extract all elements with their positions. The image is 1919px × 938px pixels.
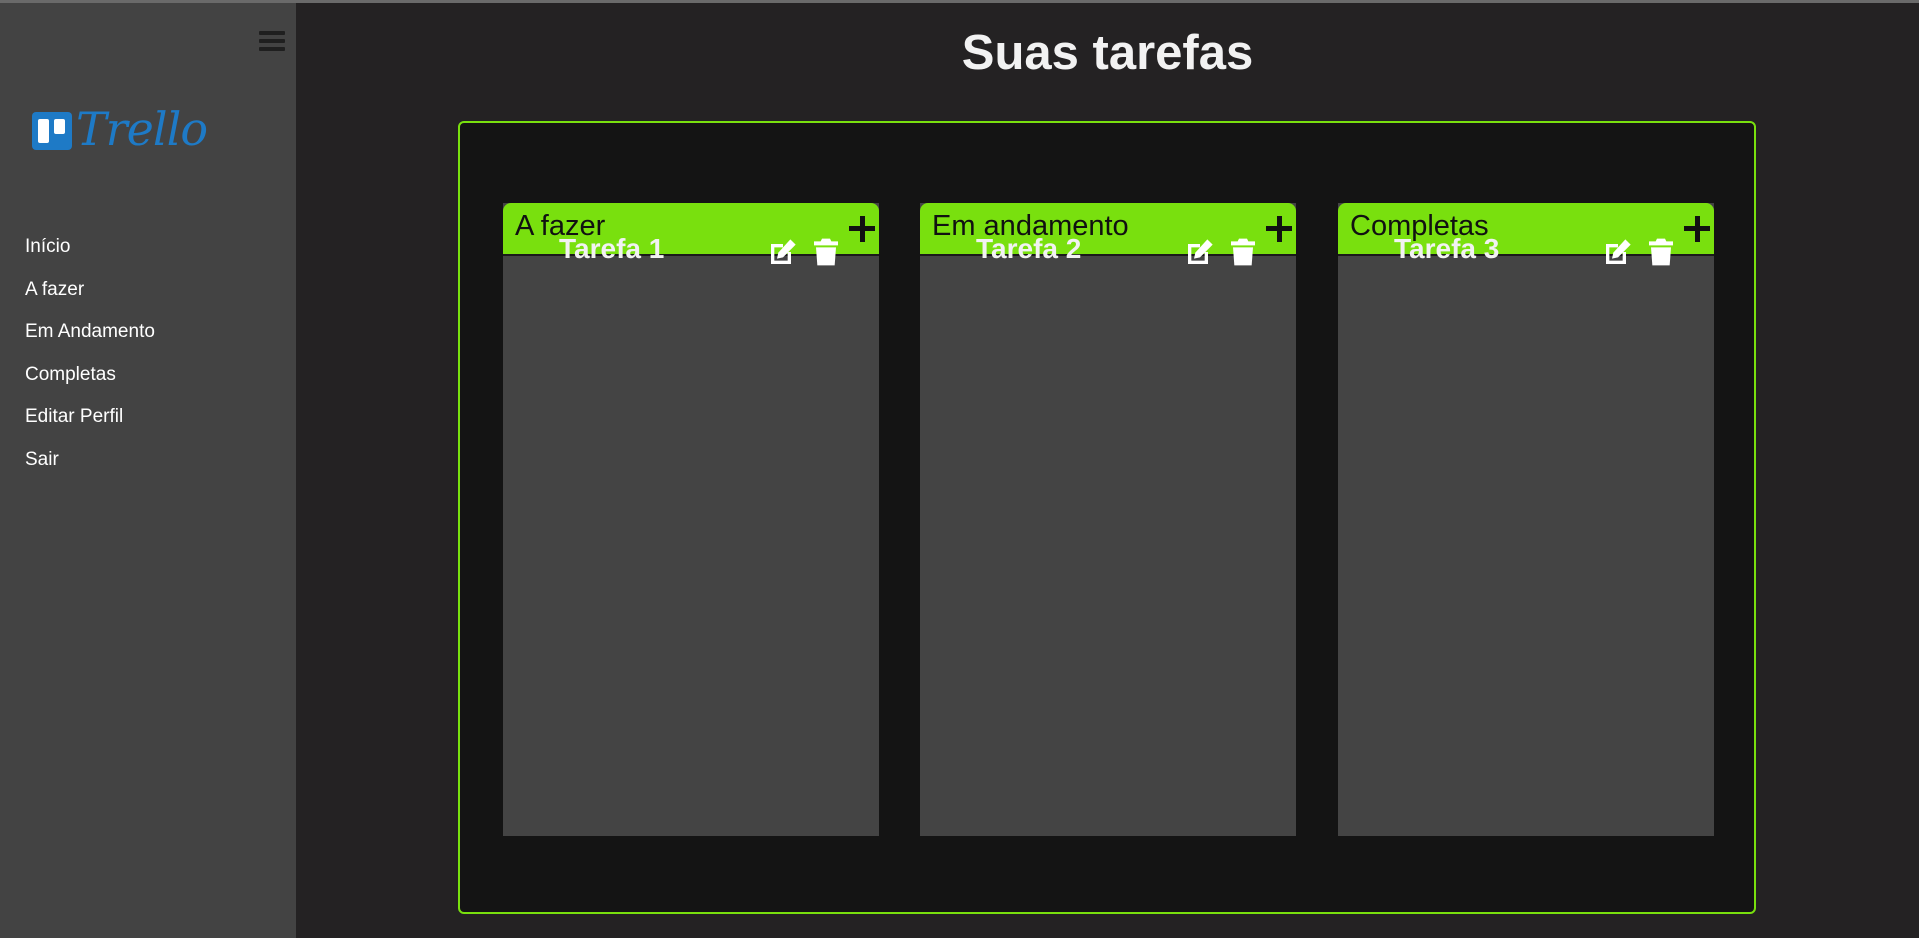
trello-logo: Trello	[32, 102, 208, 156]
column-a-fazer: A fazer Tarefa 1	[503, 203, 879, 836]
trello-logo-text: Trello	[76, 102, 208, 156]
trello-logo-mark	[32, 112, 72, 150]
sidebar-item-sair[interactable]: Sair	[25, 446, 155, 489]
edit-icon[interactable]	[1602, 236, 1634, 268]
trash-icon[interactable]	[1227, 236, 1259, 268]
task-card[interactable]: Tarefa 1	[503, 233, 879, 273]
task-title: Tarefa 2	[976, 233, 1082, 264]
task-board: A fazer Tarefa 1 Em andamento Tarefa 2 C…	[458, 121, 1756, 914]
task-card[interactable]: Tarefa 3	[1338, 233, 1714, 273]
sidebar: Trello Início A fazer Em Andamento Compl…	[0, 3, 296, 938]
column-completas: Completas Tarefa 3	[1338, 203, 1714, 836]
sidebar-item-completas[interactable]: Completas	[25, 361, 155, 404]
trash-icon[interactable]	[1645, 236, 1677, 268]
sidebar-item-editar-perfil[interactable]: Editar Perfil	[25, 403, 155, 446]
sidebar-nav: Início A fazer Em Andamento Completas Ed…	[25, 233, 155, 488]
task-title: Tarefa 1	[559, 233, 665, 264]
edit-icon[interactable]	[1184, 236, 1216, 268]
task-title: Tarefa 3	[1394, 233, 1500, 264]
edit-icon[interactable]	[767, 236, 799, 268]
column-em-andamento: Em andamento Tarefa 2	[920, 203, 1296, 836]
sidebar-item-a-fazer[interactable]: A fazer	[25, 276, 155, 319]
sidebar-item-em-andamento[interactable]: Em Andamento	[25, 318, 155, 361]
sidebar-item-inicio[interactable]: Início	[25, 233, 155, 276]
task-card[interactable]: Tarefa 2	[920, 233, 1296, 273]
trash-icon[interactable]	[810, 236, 842, 268]
page-title: Suas tarefas	[961, 26, 1254, 80]
hamburger-menu-icon[interactable]	[259, 31, 285, 57]
